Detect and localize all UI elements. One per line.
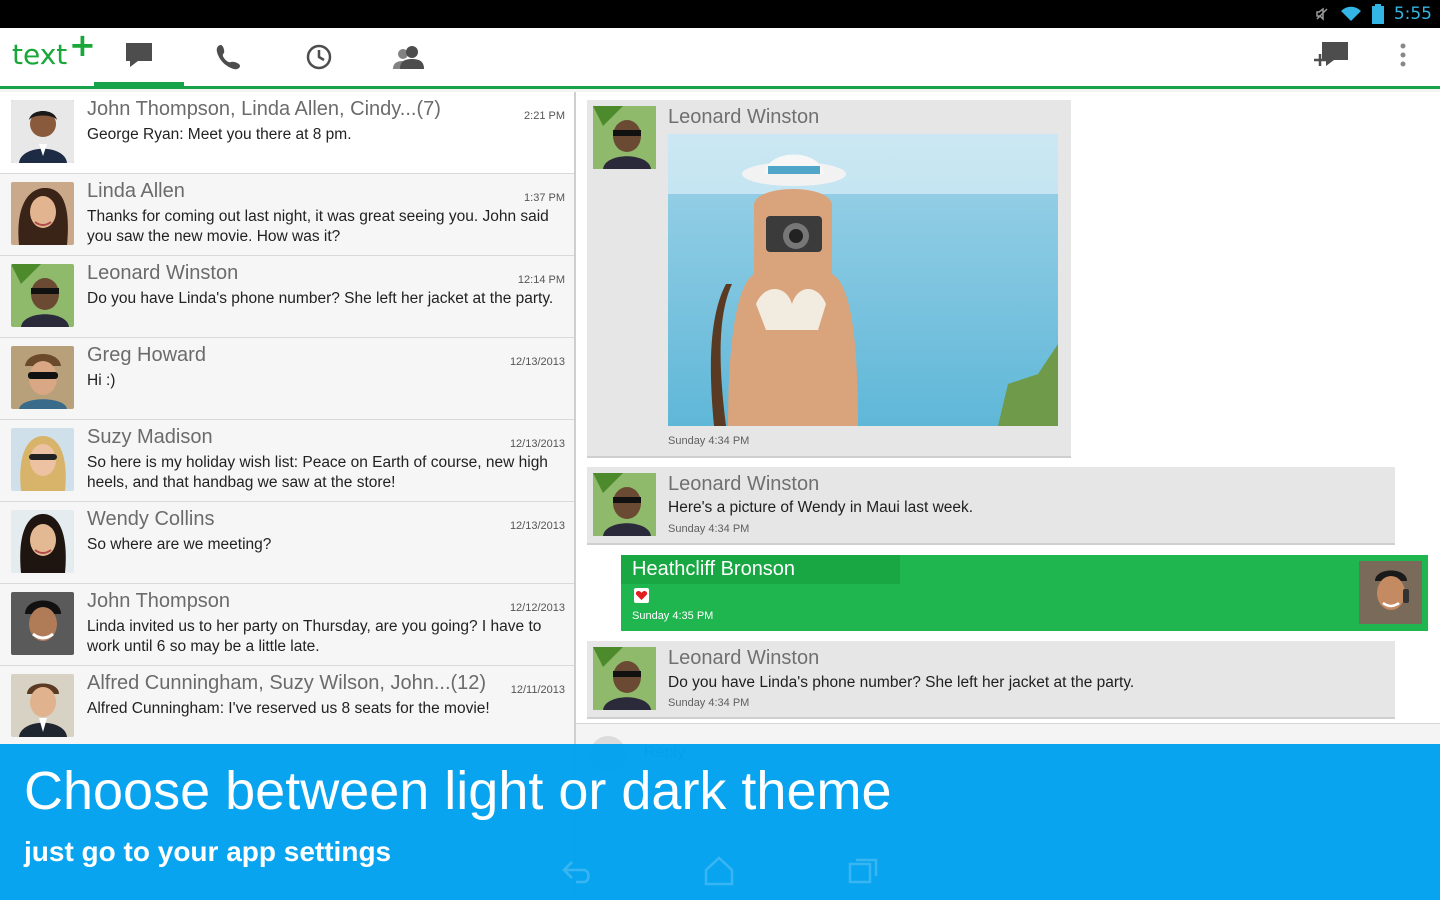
sender-name: Leonard Winston — [668, 647, 820, 669]
recent-apps-icon — [848, 858, 878, 884]
back-icon — [562, 861, 590, 884]
message-bubble[interactable]: Leonard Winston Here's a picture of Wend… — [587, 467, 1395, 545]
mute-icon — [1316, 7, 1328, 21]
message-time: Sunday 4:34 PM — [668, 435, 750, 447]
message-time: Sunday 4:34 PM — [668, 523, 750, 535]
tab-messages[interactable] — [94, 28, 184, 86]
conversation-item[interactable]: John Thompson 12/12/2013 Linda invited u… — [0, 584, 574, 666]
timestamp: 12/12/2013 — [509, 602, 565, 614]
battery-icon — [1371, 4, 1384, 24]
avatar — [11, 100, 74, 163]
timestamp: 1:37 PM — [524, 192, 565, 204]
overflow-icon — [1400, 43, 1406, 67]
chat-icon — [126, 43, 152, 67]
contact-name: John Thompson — [87, 590, 231, 612]
tab-calls[interactable] — [184, 28, 274, 86]
avatar — [11, 428, 74, 491]
conversation-item[interactable]: Alfred Cunningham, Suzy Wilson, John...(… — [0, 666, 574, 748]
avatar — [11, 346, 74, 409]
message-preview: George Ryan: Meet you there at 8 pm. — [87, 126, 352, 143]
phone-icon — [216, 45, 240, 70]
timestamp: 12/13/2013 — [509, 438, 565, 450]
message-text: Do you have Linda's phone number? She le… — [668, 674, 1135, 691]
action-bar: text + — [0, 26, 1440, 89]
message-time: Sunday 4:35 PM — [632, 610, 714, 622]
message-preview: So where are we meeting? — [87, 536, 272, 553]
status-bar: 5:55 — [0, 0, 1440, 28]
clock-icon — [306, 44, 332, 70]
overflow-menu-button[interactable] — [1396, 40, 1410, 74]
avatar — [11, 510, 74, 573]
heart-emoji-icon — [634, 588, 649, 603]
conversation-item[interactable]: Greg Howard 12/13/2013 Hi :) — [0, 338, 574, 420]
timestamp: 12/11/2013 — [510, 684, 565, 696]
logo-plus: + — [69, 26, 96, 64]
contact-name: Greg Howard — [87, 344, 206, 366]
promo-banner: Choose between light or dark theme just … — [0, 744, 1440, 900]
message-bubble[interactable]: Leonard Winston Do you have Linda's phon… — [587, 641, 1395, 719]
avatar — [593, 647, 656, 710]
timestamp: 2:21 PM — [524, 110, 565, 122]
app-logo: text + — [12, 26, 96, 71]
message-preview: Linda invited us to her party on Thursda… — [87, 618, 542, 655]
sender-name: Leonard Winston — [668, 473, 820, 495]
conversation-item[interactable]: Suzy Madison 12/13/2013 So here is my ho… — [0, 420, 574, 502]
new-chat-icon — [1314, 42, 1348, 66]
avatar — [11, 264, 74, 327]
avatar — [593, 473, 656, 536]
timestamp: 12/13/2013 — [509, 520, 565, 532]
message-bubble[interactable]: Leonard Winston Sunday 4:34 PM — [587, 100, 1071, 458]
tab-history[interactable] — [274, 28, 364, 86]
photo-attachment[interactable] — [668, 134, 1058, 426]
message-preview: Hi :) — [87, 372, 116, 389]
message-preview: Do you have Linda's phone number? She le… — [87, 290, 554, 307]
contact-name: Alfred Cunningham, Suzy Wilson, John...(… — [87, 672, 487, 694]
sender-name: Heathcliff Bronson — [632, 558, 796, 580]
contact-name: Wendy Collins — [87, 508, 215, 530]
contact-name: Suzy Madison — [87, 426, 213, 448]
message-text: Here's a picture of Wendy in Maui last w… — [668, 499, 974, 516]
conversation-item[interactable]: Leonard Winston 12:14 PM Do you have Lin… — [0, 256, 574, 338]
message-preview: Alfred Cunningham: I've reserved us 8 se… — [87, 700, 490, 717]
avatar — [11, 674, 74, 737]
avatar — [593, 106, 656, 169]
message-preview: Thanks for coming out last night, it was… — [87, 208, 549, 245]
contact-name: John Thompson, Linda Allen, Cindy...(7) — [87, 98, 441, 120]
own-message-bubble[interactable]: Heathcliff Bronson Sunday 4:35 PM — [621, 555, 1428, 631]
avatar — [11, 182, 74, 245]
message-time: Sunday 4:34 PM — [668, 697, 750, 709]
contacts-icon — [393, 46, 424, 69]
conversation-item[interactable]: Linda Allen 1:37 PM Thanks for coming ou… — [0, 174, 574, 256]
timestamp: 12:14 PM — [517, 274, 565, 286]
clock: 5:55 — [1393, 4, 1432, 24]
avatar — [1359, 561, 1422, 624]
sender-name: Leonard Winston — [668, 106, 820, 128]
contact-name: Leonard Winston — [87, 262, 239, 284]
wifi-icon — [1340, 6, 1361, 21]
banner-subline: just go to your app settings — [24, 836, 392, 867]
conversation-item[interactable]: John Thompson, Linda Allen, Cindy...(7) … — [0, 92, 574, 174]
timestamp: 12/13/2013 — [509, 356, 565, 368]
banner-headline: Choose between light or dark theme — [24, 761, 892, 821]
tab-contacts[interactable] — [364, 28, 454, 86]
contact-name: Linda Allen — [87, 180, 185, 202]
logo-text: text — [12, 38, 68, 71]
conversation-item[interactable]: Wendy Collins 12/13/2013 So where are we… — [0, 502, 574, 584]
message-preview: So here is my holiday wish list: Peace o… — [87, 454, 548, 491]
avatar — [11, 592, 74, 655]
home-icon — [704, 856, 734, 886]
new-message-button[interactable] — [1314, 40, 1350, 74]
